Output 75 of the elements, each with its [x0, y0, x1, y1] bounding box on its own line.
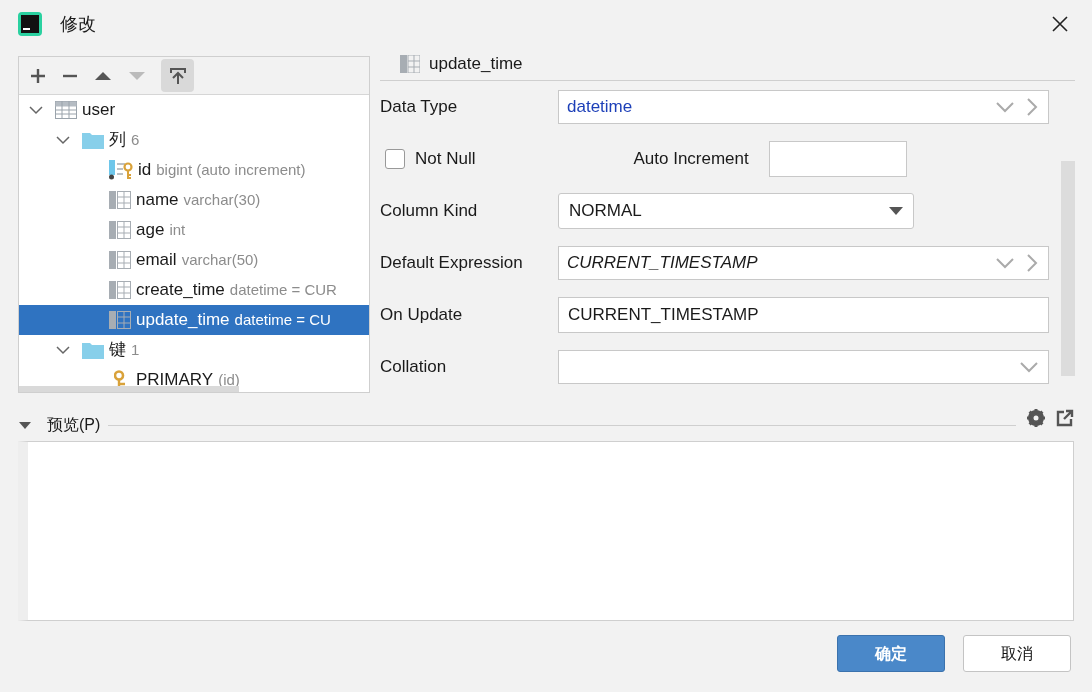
move-to-top-button[interactable] [161, 59, 194, 92]
checkbox-label: Not Null [415, 148, 476, 171]
tree-item[interactable]: email varchar(50) [19, 245, 369, 275]
chevron-down-icon[interactable] [29, 105, 43, 115]
external-link-icon[interactable] [1056, 409, 1074, 427]
field-value: CURRENT_TIMESTAMP [568, 304, 760, 327]
item-detail: datetime = CUR [229, 279, 337, 300]
scrollbar[interactable] [19, 386, 239, 392]
field-label: Collation [380, 356, 447, 379]
item-detail: varchar(30) [183, 189, 261, 210]
item-detail: 6 [131, 129, 140, 150]
close-icon[interactable] [1052, 16, 1068, 32]
field-value: datetime [567, 96, 634, 119]
field-label: On Update [380, 304, 463, 327]
combo-box[interactable]: CURRENT_TIMESTAMP [558, 246, 1049, 280]
add-icon[interactable] [29, 66, 47, 85]
column-icon [109, 221, 131, 239]
folder-icon [82, 131, 104, 149]
checkbox[interactable] [385, 149, 405, 169]
combo-box[interactable]: datetime [558, 90, 1049, 124]
window-title: 修改 [60, 12, 96, 36]
item-name: update_time [136, 309, 230, 332]
preview-label[interactable]: 预览(P) [47, 413, 101, 437]
tree-item[interactable]: create_time datetime = CUR [19, 275, 369, 305]
column-icon [400, 55, 420, 73]
table-icon [55, 101, 77, 119]
tree-item[interactable]: 键 1 [19, 335, 369, 365]
item-detail: bigint (auto increment) [156, 159, 306, 180]
editor-title: update_time [429, 53, 523, 76]
chevron-right-icon[interactable] [1026, 98, 1038, 116]
settings-icon[interactable] [1026, 408, 1046, 428]
arrow-up-icon [167, 65, 188, 86]
item-name: 列 [109, 129, 126, 152]
item-detail: int [169, 219, 186, 240]
tree-item[interactable]: user [19, 95, 369, 125]
field-value: CURRENT_TIMESTAMP [567, 252, 759, 275]
tree-item[interactable]: age int [19, 215, 369, 245]
collapse-arrow-icon[interactable] [18, 420, 32, 430]
text-field[interactable]: CURRENT_TIMESTAMP [558, 297, 1049, 333]
tree-item[interactable]: 列 6 [19, 125, 369, 155]
column-icon [109, 281, 131, 299]
tree-item[interactable]: name varchar(30) [19, 185, 369, 215]
chevron-right-icon[interactable] [1026, 254, 1038, 272]
item-name: user [82, 99, 116, 122]
input-field[interactable] [768, 141, 907, 177]
field-label: Default Expression [380, 252, 523, 275]
cancel-button[interactable]: 取消 [963, 635, 1071, 672]
field-label: Auto Increment [633, 148, 749, 171]
app-logo-icon [18, 12, 42, 36]
item-name: age [136, 219, 165, 242]
ok-button[interactable]: 确定 [837, 635, 945, 672]
folder-icon [82, 341, 104, 359]
item-name: PRIMARY [136, 369, 214, 392]
field-label: Column Kind [380, 200, 478, 223]
item-detail: 1 [131, 339, 140, 360]
item-name: name [136, 189, 179, 212]
item-name: create_time [136, 279, 225, 302]
column-icon [109, 191, 131, 209]
field-value: NORMAL [569, 200, 643, 223]
column-icon [109, 311, 131, 329]
chevron-down-icon[interactable] [56, 345, 70, 355]
field-label: Data Type [380, 96, 458, 119]
tree-item[interactable]: id bigint (auto increment) [19, 155, 369, 185]
item-detail: datetime = CU [234, 309, 331, 330]
item-name: 键 [109, 339, 126, 362]
chevron-down-icon[interactable] [56, 135, 70, 145]
item-name: email [136, 249, 177, 272]
tree-item[interactable]: update_time datetime = CU [19, 305, 369, 335]
column-icon [109, 251, 131, 269]
dropdown[interactable]: NORMAL [558, 193, 914, 229]
dropdown-arrow-icon [889, 207, 903, 215]
item-detail: varchar(50) [181, 249, 259, 270]
primary-key-column-icon [109, 160, 133, 180]
combo-box[interactable] [558, 350, 1049, 384]
item-name: id [138, 159, 152, 182]
